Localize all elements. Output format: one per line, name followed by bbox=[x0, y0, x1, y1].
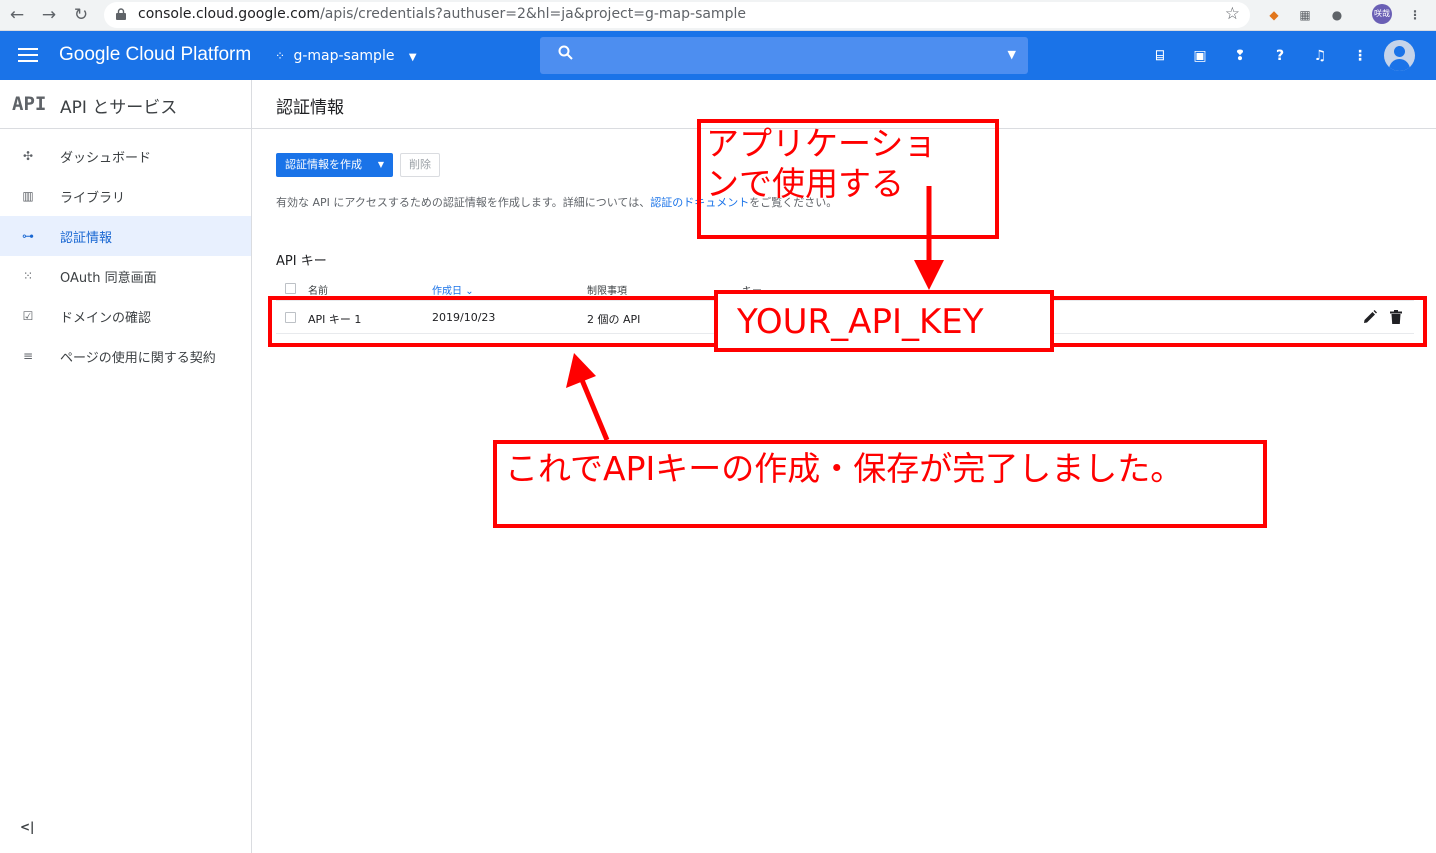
profile-avatar[interactable]: 咲哉 bbox=[1372, 4, 1392, 24]
sidebar-item-oauth[interactable]: ⁙ OAuth 同意画面 bbox=[0, 256, 251, 296]
forward-arrow-icon[interactable]: → bbox=[38, 4, 60, 26]
notification-feedback-icon[interactable]: ❢ bbox=[1229, 45, 1251, 67]
sidebar-header: API API とサービス bbox=[0, 80, 251, 129]
search-input[interactable]: ▼ bbox=[540, 37, 1028, 74]
annotation-key-placeholder: YOUR_API_KEY bbox=[737, 302, 984, 342]
delete-button[interactable]: 削除 bbox=[400, 153, 440, 177]
browser-menu-icon[interactable]: ⋮ bbox=[1405, 5, 1425, 25]
back-arrow-icon[interactable]: ← bbox=[6, 4, 28, 26]
product-title[interactable]: Google Cloud Platform bbox=[59, 44, 251, 66]
sidebar-item-agreements[interactable]: ≡ ページの使用に関する契約 bbox=[0, 336, 251, 376]
sidebar-item-label: ライブラリ bbox=[60, 191, 126, 206]
annotation-saved-text: これでAPIキーの作成・保存が完了しました。 bbox=[505, 449, 1184, 488]
extension-icon[interactable]: ▦ bbox=[1295, 5, 1315, 25]
sidebar-item-dashboard[interactable]: ✣ ダッシュボード bbox=[0, 136, 251, 176]
api-logo-icon: API bbox=[12, 93, 47, 115]
checkbox-icon: ☑ bbox=[22, 309, 34, 323]
project-name: g-map-sample bbox=[293, 48, 395, 64]
sidebar-item-domain[interactable]: ☑ ドメインの確認 bbox=[0, 296, 251, 336]
project-selector[interactable]: ⁘ g-map-sample ▼ bbox=[275, 48, 417, 64]
browser-toolbar: ← → ↻ console.cloud.google.com/apis/cred… bbox=[0, 0, 1436, 31]
sidebar: API API とサービス ✣ ダッシュボード ▥ ライブラリ ⊶ 認証情報 ⁙… bbox=[0, 80, 252, 853]
url-text: console.cloud.google.com/apis/credential… bbox=[138, 6, 746, 22]
collapse-sidebar-icon[interactable]: <| bbox=[20, 820, 34, 834]
column-header-created[interactable]: 作成日 ⌄ bbox=[432, 282, 474, 297]
oauth-icon: ⁙ bbox=[22, 269, 34, 283]
column-header-name[interactable]: 名前 bbox=[308, 282, 328, 297]
cloud-shell-icon[interactable]: ▣ bbox=[1189, 45, 1211, 67]
more-vert-icon[interactable]: ⋮ bbox=[1349, 45, 1371, 67]
sidebar-item-library[interactable]: ▥ ライブラリ bbox=[0, 176, 251, 216]
search-icon bbox=[558, 45, 573, 60]
sidebar-item-label: ドメインの確認 bbox=[60, 311, 152, 326]
dashboard-icon: ✣ bbox=[22, 149, 34, 163]
sidebar-item-label: 認証情報 bbox=[60, 231, 113, 246]
help-icon[interactable]: ? bbox=[1269, 45, 1291, 67]
create-credentials-label: 認証情報を作成 bbox=[285, 158, 362, 171]
create-credentials-button[interactable]: 認証情報を作成 ▼ bbox=[276, 153, 393, 177]
settings-list-icon: ≡ bbox=[22, 349, 34, 363]
map-pin-extension-icon[interactable]: ● bbox=[1327, 5, 1347, 25]
sidebar-item-credentials[interactable]: ⊶ 認証情報 bbox=[0, 216, 251, 256]
sidebar-item-label: ダッシュボード bbox=[60, 151, 152, 166]
chevron-down-icon: ▼ bbox=[408, 52, 417, 63]
reload-icon[interactable]: ↻ bbox=[70, 4, 92, 26]
api-keys-section-title: API キー bbox=[276, 254, 327, 269]
address-bar[interactable]: console.cloud.google.com/apis/credential… bbox=[104, 2, 1250, 28]
bookmark-star-icon[interactable]: ☆ bbox=[1225, 4, 1240, 24]
chevron-down-icon: ▼ bbox=[377, 160, 384, 169]
key-icon: ⊶ bbox=[22, 229, 34, 243]
search-dropdown-icon[interactable]: ▼ bbox=[1008, 48, 1016, 61]
page-title: 認証情報 bbox=[276, 98, 344, 118]
column-header-restrictions[interactable]: 制限事項 bbox=[587, 282, 627, 297]
gift-icon[interactable]: ⌸ bbox=[1149, 45, 1171, 67]
sidebar-item-label: ページの使用に関する契約 bbox=[60, 351, 216, 366]
sidebar-item-label: OAuth 同意画面 bbox=[60, 271, 157, 286]
library-icon: ▥ bbox=[22, 189, 34, 203]
project-icon: ⁘ bbox=[275, 49, 286, 63]
annotation-app-use-text: アプリケーショ ンで使用する bbox=[706, 124, 937, 203]
select-all-checkbox[interactable] bbox=[285, 283, 296, 294]
sidebar-title: API とサービス bbox=[60, 98, 178, 118]
account-avatar[interactable] bbox=[1384, 40, 1415, 71]
lock-icon bbox=[116, 8, 126, 20]
hamburger-menu-icon[interactable] bbox=[18, 48, 38, 62]
gcp-header: Google Cloud Platform ⁘ g-map-sample ▼ ▼… bbox=[0, 31, 1436, 80]
bell-icon[interactable]: ♫ bbox=[1309, 45, 1331, 67]
metamask-extension-icon[interactable]: ◆ bbox=[1264, 5, 1284, 25]
